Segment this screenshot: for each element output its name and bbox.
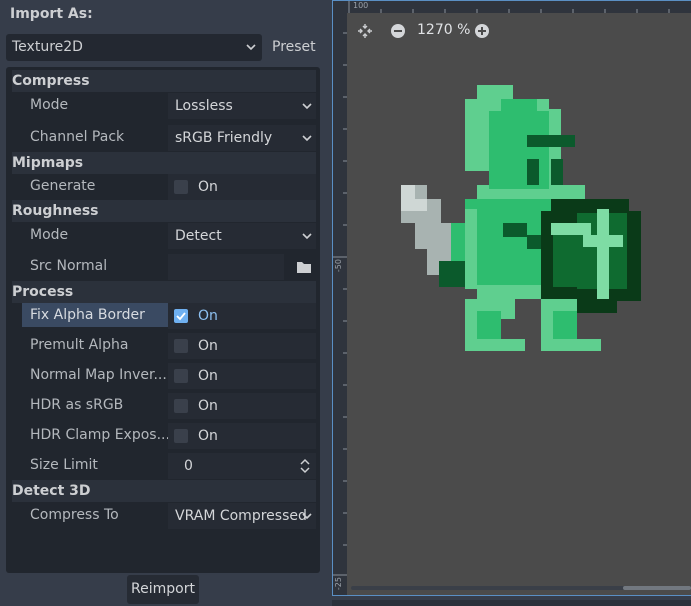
- compress-to-label: Compress To: [30, 507, 119, 523]
- checkbox-icon: [174, 339, 188, 353]
- section-roughness-label: Roughness: [12, 203, 99, 219]
- size-limit-label: Size Limit: [30, 457, 98, 473]
- ruler-horizontal: 100: [347, 1, 691, 13]
- ruler-corner: [333, 1, 347, 13]
- row-premult-alpha: Premult Alpha On: [22, 332, 316, 360]
- roughness-mode-select[interactable]: Detect: [168, 223, 316, 249]
- checkbox-icon: [174, 369, 188, 383]
- checkbox-icon: [174, 180, 188, 194]
- center-view-icon[interactable]: [357, 23, 373, 39]
- hdr-as-srgb-value: On: [198, 398, 218, 414]
- zoom-level-button[interactable]: 1270 %: [417, 22, 470, 38]
- src-normal-label: Src Normal: [30, 258, 108, 274]
- checkbox-icon: [174, 399, 188, 413]
- channel-pack-value: sRGB Friendly: [175, 130, 273, 146]
- chevron-down-icon: [302, 135, 312, 142]
- compress-mode-label: Mode: [30, 97, 69, 113]
- texture-preview-image: [401, 85, 641, 351]
- row-size-limit: Size Limit 0: [22, 452, 316, 480]
- import-inspector: Compress Mode Lossless Channel Pack sRGB…: [6, 67, 320, 573]
- ruler-vertical: -50 -25: [333, 13, 347, 595]
- section-roughness[interactable]: Roughness: [12, 200, 316, 222]
- src-normal-path[interactable]: [168, 254, 284, 280]
- bottom-panel-bar: [332, 600, 691, 606]
- ruler-horizontal-ticks: [348, 1, 670, 13]
- compress-to-select[interactable]: VRAM Compressed: [168, 503, 316, 529]
- import-type-select[interactable]: Texture2D: [6, 34, 262, 61]
- row-hdr-as-srgb: HDR as sRGB On: [22, 392, 316, 420]
- premult-alpha-label: Premult Alpha: [30, 337, 129, 353]
- checkbox-icon: [174, 429, 188, 443]
- fix-alpha-border-checkbox[interactable]: On: [168, 303, 316, 329]
- row-generate: Generate On: [22, 173, 316, 201]
- normal-map-invert-value: On: [198, 368, 218, 384]
- spinbox-arrows-icon[interactable]: [300, 458, 310, 474]
- roughness-mode-label: Mode: [30, 227, 69, 243]
- row-compress-mode: Mode Lossless: [22, 92, 316, 120]
- hdr-clamp-value: On: [198, 428, 218, 444]
- compress-mode-value: Lossless: [175, 98, 233, 114]
- section-compress[interactable]: Compress: [12, 70, 316, 92]
- ruler-vertical-ticks: [333, 32, 347, 576]
- section-mipmaps-label: Mipmaps: [12, 155, 84, 171]
- zoom-in-icon[interactable]: [474, 23, 490, 39]
- premult-alpha-value: On: [198, 338, 218, 354]
- section-mipmaps[interactable]: Mipmaps: [12, 152, 316, 174]
- fix-alpha-border-label: Fix Alpha Border: [22, 303, 168, 327]
- fix-alpha-border-value: On: [198, 308, 218, 324]
- size-limit-value: 0: [184, 458, 193, 474]
- zoom-out-icon[interactable]: [390, 23, 406, 39]
- import-dock: Import As: Texture2D Preset Compress Mod…: [0, 0, 325, 606]
- hdr-as-srgb-label: HDR as sRGB: [30, 397, 124, 413]
- checkbox-checked-icon: [174, 309, 188, 323]
- normal-map-invert-checkbox[interactable]: On: [168, 363, 316, 389]
- generate-value: On: [198, 179, 218, 195]
- chevron-down-icon: [246, 44, 256, 51]
- hdr-as-srgb-checkbox[interactable]: On: [168, 393, 316, 419]
- dock-splitter[interactable]: [325, 0, 332, 606]
- ruler-label-minus25: -25: [334, 577, 343, 591]
- texture-preview-viewport[interactable]: 100 -50 -25 1270 %: [332, 0, 691, 596]
- normal-map-invert-label: Normal Map Inver...: [30, 367, 167, 383]
- chevron-down-icon: [302, 513, 312, 520]
- section-process[interactable]: Process: [12, 281, 316, 303]
- row-hdr-clamp: HDR Clamp Expos... On: [22, 422, 316, 450]
- channel-pack-label: Channel Pack: [30, 129, 125, 145]
- bottom-panel-edge: [332, 596, 691, 606]
- generate-label: Generate: [30, 178, 96, 194]
- row-channel-pack: Channel Pack sRGB Friendly: [22, 124, 316, 152]
- premult-alpha-checkbox[interactable]: On: [168, 333, 316, 359]
- import-type-value: Texture2D: [12, 39, 83, 55]
- roughness-mode-value: Detect: [175, 228, 222, 244]
- ruler-label-100: 100: [353, 1, 369, 10]
- section-process-label: Process: [12, 284, 74, 300]
- compress-to-value: VRAM Compressed: [175, 508, 307, 524]
- chevron-down-icon: [302, 103, 312, 110]
- section-compress-label: Compress: [12, 73, 90, 89]
- size-limit-spinbox[interactable]: 0: [168, 453, 316, 479]
- scrollbar-thumb[interactable]: [623, 586, 691, 590]
- row-normal-map-invert: Normal Map Inver... On: [22, 362, 316, 390]
- row-compress-to: Compress To VRAM Compressed: [22, 502, 316, 530]
- channel-pack-select[interactable]: sRGB Friendly: [168, 125, 316, 151]
- folder-icon[interactable]: [296, 260, 312, 274]
- section-detect-3d-label: Detect 3D: [12, 483, 91, 499]
- compress-mode-select[interactable]: Lossless: [168, 93, 316, 119]
- hdr-clamp-checkbox[interactable]: On: [168, 423, 316, 449]
- chevron-down-icon: [302, 233, 312, 240]
- import-as-title: Import As:: [10, 6, 93, 22]
- generate-checkbox[interactable]: On: [168, 174, 316, 200]
- row-roughness-mode: Mode Detect: [22, 222, 316, 250]
- row-fix-alpha-border: Fix Alpha Border On: [22, 302, 316, 330]
- reimport-button[interactable]: Reimport: [127, 575, 199, 604]
- horizontal-scrollbar[interactable]: [351, 586, 691, 590]
- section-detect-3d[interactable]: Detect 3D: [12, 480, 316, 502]
- hdr-clamp-label: HDR Clamp Expos...: [30, 427, 170, 443]
- ruler-label-minus50: -50: [334, 259, 343, 273]
- preset-button[interactable]: Preset: [266, 34, 320, 61]
- row-src-normal: Src Normal: [22, 253, 316, 281]
